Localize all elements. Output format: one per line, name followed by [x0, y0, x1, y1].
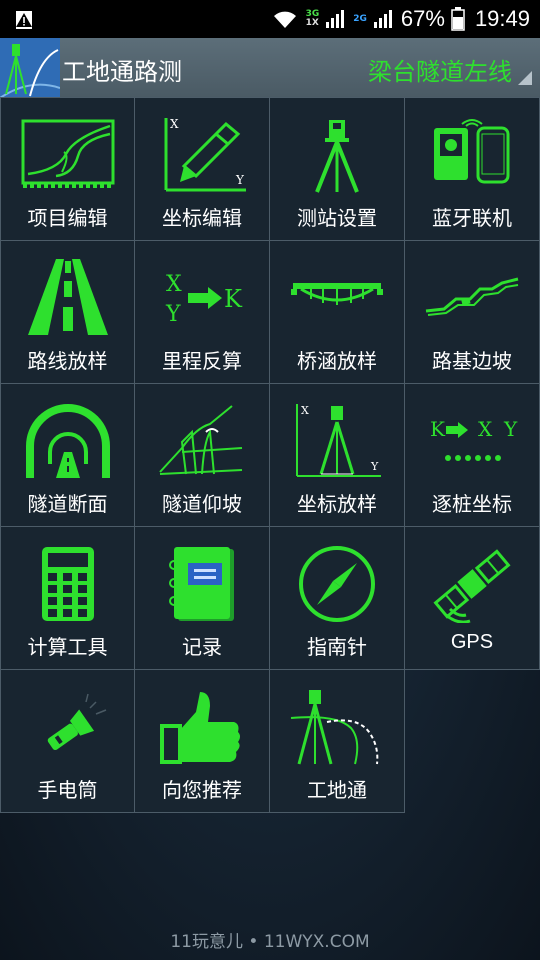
svg-text:K: K — [430, 417, 446, 441]
tile-route-stakeout[interactable]: 路线放样 — [0, 240, 135, 384]
survey-road-icon — [290, 690, 379, 765]
tile-bridge-stakeout[interactable]: 桥涵放样 — [269, 240, 405, 384]
tile-label: 桥涵放样 — [297, 349, 377, 373]
tile-label: 隧道断面 — [27, 492, 108, 516]
tile-calc-tools[interactable]: 计算工具 — [0, 526, 135, 670]
svg-text:X: X — [166, 272, 182, 297]
watermark: 11玩意儿 • 11WYX.COM — [170, 932, 370, 952]
tile-label: 测站设置 — [297, 206, 377, 230]
tile-label: 工地通 — [307, 778, 367, 802]
tile-label: 坐标编辑 — [162, 206, 242, 230]
satellite-icon — [433, 549, 511, 623]
tile-label: 隧道仰坡 — [162, 492, 242, 516]
tile-station-setup[interactable]: 测站设置 — [269, 97, 405, 241]
coordinate-edit-icon: X Y — [164, 117, 246, 192]
signal-icon-2 — [373, 8, 395, 30]
tile-compass[interactable]: 指南针 — [269, 526, 405, 670]
tile-label: 手电筒 — [37, 778, 98, 802]
tile-label: 里程反算 — [162, 349, 242, 373]
network-badge: 3G 1X — [305, 9, 320, 28]
tile-tunnel-slope[interactable]: 隧道仰坡 — [134, 383, 270, 527]
k-to-xy-icon: K X Y — [430, 417, 518, 461]
project-name: 梁台隧道左线 — [368, 58, 512, 86]
tile-label: 坐标放样 — [297, 492, 377, 516]
xy-to-k-icon: X Y K — [165, 272, 243, 327]
svg-text:Y: Y — [235, 173, 245, 187]
tile-label: 向您推荐 — [162, 778, 242, 802]
tile-gongditong[interactable]: 工地通 — [269, 669, 405, 813]
status-bar: 3G 1X 2G 67% 19:49 — [0, 0, 540, 38]
svg-text:Y: Y — [165, 302, 181, 327]
bridge-icon — [291, 283, 383, 305]
road-icon — [28, 259, 108, 335]
svg-text:Y: Y — [370, 460, 379, 473]
network-2g-label: 2G — [353, 13, 367, 24]
notebook-icon — [169, 547, 234, 621]
road-curve-icon — [21, 119, 115, 188]
tile-gps[interactable]: GPS — [404, 526, 540, 670]
tile-label: 逐桩坐标 — [432, 492, 512, 516]
bluetooth-connect-icon — [434, 119, 510, 184]
tile-label: 蓝牙联机 — [432, 206, 512, 230]
tile-label: 路线放样 — [27, 349, 108, 373]
tile-label: 记录 — [182, 635, 222, 659]
flashlight-icon — [47, 693, 107, 750]
tile-records[interactable]: 记录 — [134, 526, 270, 670]
tile-label: GPS — [450, 631, 494, 653]
tile-label: 计算工具 — [27, 635, 108, 659]
svg-text:X: X — [170, 117, 179, 131]
tile-mileage-calc[interactable]: X Y K 里程反算 — [134, 240, 270, 384]
tile-subgrade-slope[interactable]: 路基边坡 — [404, 240, 540, 384]
thumbs-up-icon — [160, 692, 240, 764]
app-logo-icon[interactable] — [0, 38, 60, 98]
app-bar: 工地通路测 梁台隧道左线 — [0, 38, 540, 99]
svg-text:X: X — [301, 404, 309, 417]
tile-label: 指南针 — [307, 635, 367, 659]
dropdown-triangle-icon — [518, 71, 532, 85]
clock: 19:49 — [474, 6, 530, 31]
project-selector[interactable]: 梁台隧道左线 — [368, 52, 532, 87]
coordinate-stakeout-icon: X Y — [296, 404, 381, 477]
tile-tunnel-section[interactable]: 隧道断面 — [0, 383, 135, 527]
compass-icon — [299, 546, 375, 622]
signal-icon — [325, 8, 347, 30]
tunnel-slope-icon — [159, 405, 243, 475]
wifi-icon — [270, 8, 300, 30]
svg-text:Y: Y — [503, 417, 518, 441]
tile-per-pile-coords[interactable]: K X Y 逐桩坐标 — [404, 383, 540, 527]
tile-label: 路基边坡 — [432, 349, 512, 373]
calculator-icon — [42, 547, 94, 621]
tile-project-edit[interactable]: 项目编辑 — [0, 97, 135, 241]
tile-coordinate-edit[interactable]: X Y 坐标编辑 — [134, 97, 270, 241]
tile-coordinate-stakeout[interactable]: X Y 坐标放样 — [269, 383, 405, 527]
battery-icon — [451, 7, 465, 31]
tile-bluetooth[interactable]: 蓝牙联机 — [404, 97, 540, 241]
feature-grid: 项目编辑 X Y 坐标编辑 测站设置 蓝牙联机 路线放样 X Y K 里程反算 … — [0, 97, 540, 813]
tunnel-section-icon — [26, 404, 110, 478]
slope-icon — [425, 277, 519, 316]
warning-icon — [14, 7, 38, 31]
tile-flashlight[interactable]: 手电筒 — [0, 669, 135, 813]
tile-label: 项目编辑 — [27, 206, 108, 230]
svg-text:X: X — [478, 417, 493, 441]
svg-text:K: K — [224, 285, 243, 313]
battery-percent: 67% — [400, 6, 445, 31]
app-title: 工地通路测 — [62, 58, 182, 86]
tile-recommend[interactable]: 向您推荐 — [134, 669, 270, 813]
total-station-icon — [315, 120, 359, 193]
